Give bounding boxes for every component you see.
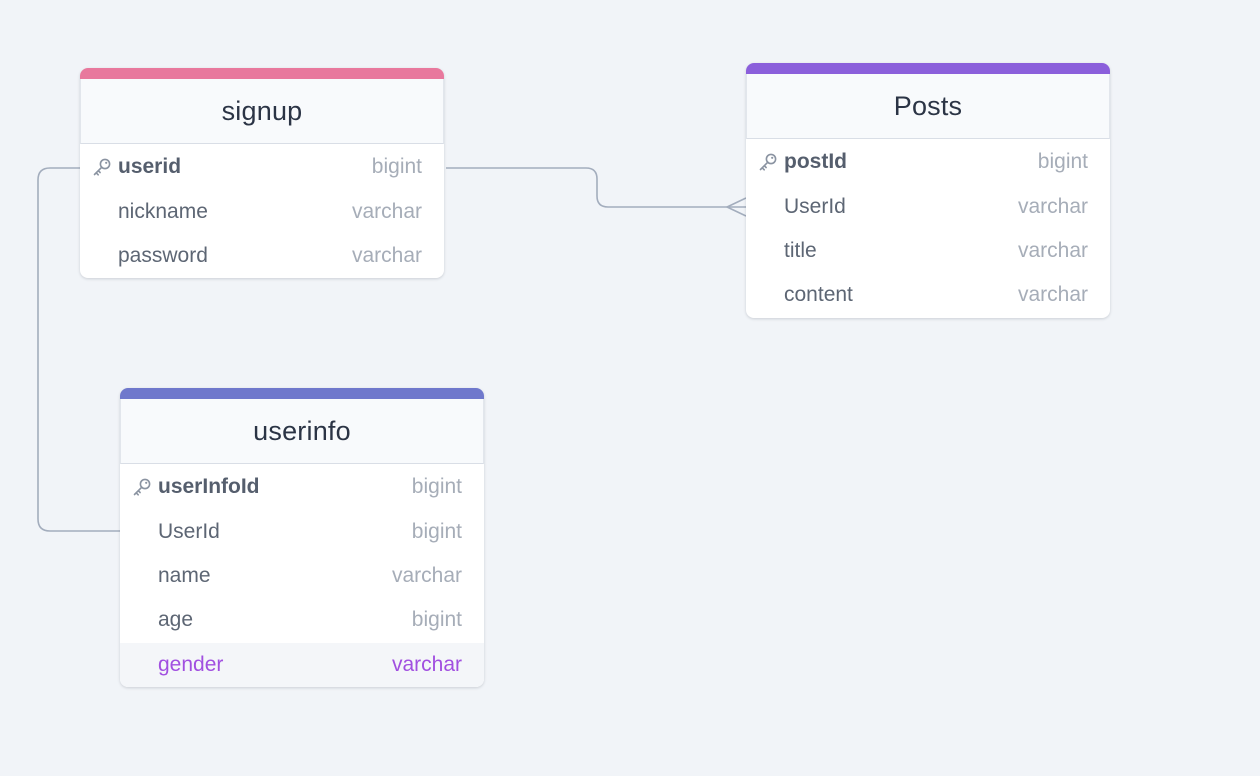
crows-foot-many-icon <box>725 197 747 217</box>
field-type: varchar <box>351 199 422 223</box>
field-list: userInfoId bigint UserId bigint name varchar a… <box>120 464 484 687</box>
field-name: userInfoId <box>158 475 260 499</box>
table-title: userinfo <box>253 415 351 446</box>
field-row-age[interactable]: age bigint <box>120 598 484 642</box>
primary-key-icon <box>758 152 778 172</box>
table-accent-bar <box>120 388 484 399</box>
table-accent-bar <box>746 63 1110 74</box>
field-name: age <box>158 608 194 632</box>
field-list: userid bigint nickname varchar password varch… <box>80 144 444 278</box>
field-name: UserId <box>784 194 846 218</box>
field-type: varchar <box>1017 194 1088 218</box>
field-type: bigint <box>1037 150 1088 174</box>
field-type: bigint <box>411 519 462 543</box>
primary-key-icon <box>132 477 152 497</box>
connector-signup-to-posts[interactable] <box>446 167 746 208</box>
field-type: bigint <box>371 155 422 179</box>
field-type: varchar <box>1017 283 1088 307</box>
table-header[interactable]: signup <box>80 79 444 144</box>
field-type: varchar <box>391 652 462 676</box>
field-name: title <box>784 238 817 262</box>
field-row-content[interactable]: content varchar <box>746 273 1110 317</box>
table-posts[interactable]: Posts postId bigint UserId varchar title varc… <box>746 63 1110 318</box>
field-type: varchar <box>1017 238 1088 262</box>
field-type: bigint <box>411 608 462 632</box>
table-userinfo[interactable]: userinfo userInfoId bigint UserId bigint nam… <box>120 388 484 687</box>
table-signup[interactable]: signup userid bigint nickname varchar passwo… <box>80 68 444 279</box>
field-row-password[interactable]: password varchar <box>80 234 444 278</box>
field-row-userid[interactable]: UserId varchar <box>746 184 1110 228</box>
field-type: varchar <box>391 563 462 587</box>
table-header[interactable]: Posts <box>746 74 1110 139</box>
field-row-title[interactable]: title varchar <box>746 229 1110 273</box>
field-row-gender[interactable]: gender varchar <box>120 642 484 687</box>
field-row-name[interactable]: name varchar <box>120 554 484 598</box>
table-title: signup <box>221 95 303 126</box>
field-row-nickname[interactable]: nickname varchar <box>80 189 444 233</box>
field-row-userid[interactable]: userid bigint <box>80 145 444 189</box>
field-name: password <box>118 243 208 267</box>
field-type: varchar <box>351 243 422 267</box>
field-name: nickname <box>118 199 208 223</box>
field-row-userid[interactable]: UserId bigint <box>120 509 484 553</box>
field-name: name <box>158 563 211 587</box>
field-name: gender <box>158 652 224 676</box>
table-header[interactable]: userinfo <box>120 399 484 464</box>
field-list: postId bigint UserId varchar title varchar con… <box>746 139 1110 318</box>
primary-key-icon <box>92 157 112 177</box>
field-row-postid[interactable]: postId bigint <box>746 140 1110 184</box>
table-accent-bar <box>80 68 444 79</box>
field-name: userid <box>118 155 182 179</box>
field-row-userinfoid[interactable]: userInfoId bigint <box>120 465 484 509</box>
field-type: bigint <box>411 475 462 499</box>
table-title: Posts <box>893 90 963 121</box>
field-name: UserId <box>158 519 220 543</box>
field-name: content <box>784 283 853 307</box>
field-name: postId <box>784 150 847 174</box>
